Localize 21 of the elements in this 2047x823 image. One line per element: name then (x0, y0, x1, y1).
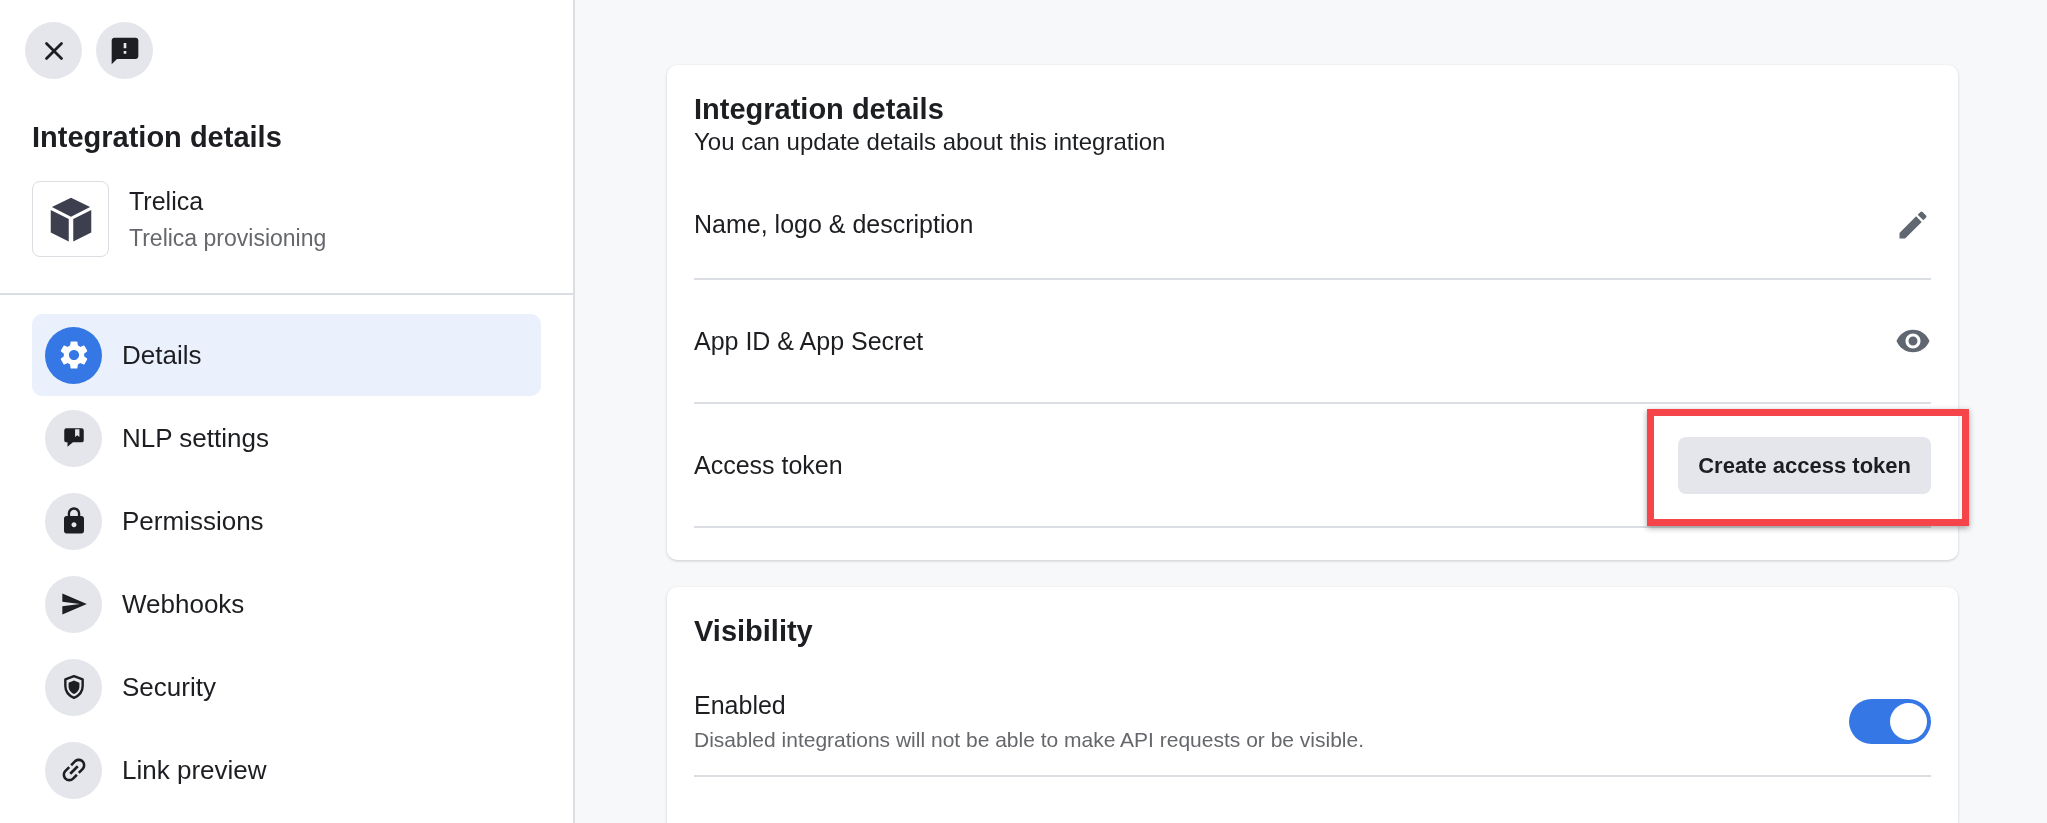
row-label: Name, logo & description (694, 209, 974, 240)
close-button[interactable] (25, 22, 82, 79)
row-label: Access token (694, 449, 843, 481)
nav-item[interactable]: Link preview (32, 729, 541, 812)
nav-item[interactable]: NLP settings (32, 397, 541, 480)
feedback-button[interactable] (96, 22, 153, 79)
setting-description: Disabled integrations will not be able to make API requests or be visible. (694, 726, 1365, 753)
card-subtitle: You can update details about this integration (694, 127, 1167, 158)
setting-label: Enabled (694, 689, 787, 721)
card-title: Integration details (694, 92, 945, 127)
create-token-button[interactable]: Create access token (1678, 436, 1931, 494)
app-name: Trelica (129, 186, 205, 218)
toggle-switch[interactable] (1849, 698, 1931, 744)
nav-item[interactable]: Permissions (32, 480, 541, 563)
app-subtitle: Trelica provisioning (129, 223, 327, 253)
nav-item[interactable]: Details (32, 314, 541, 397)
sidebar-title: Integration details (31, 120, 283, 155)
nav-item[interactable]: Webhooks (32, 563, 541, 646)
row-label: App ID & App Secret (694, 325, 924, 357)
card-title: Visibility (694, 614, 814, 650)
nav-item[interactable]: Security (32, 646, 541, 729)
